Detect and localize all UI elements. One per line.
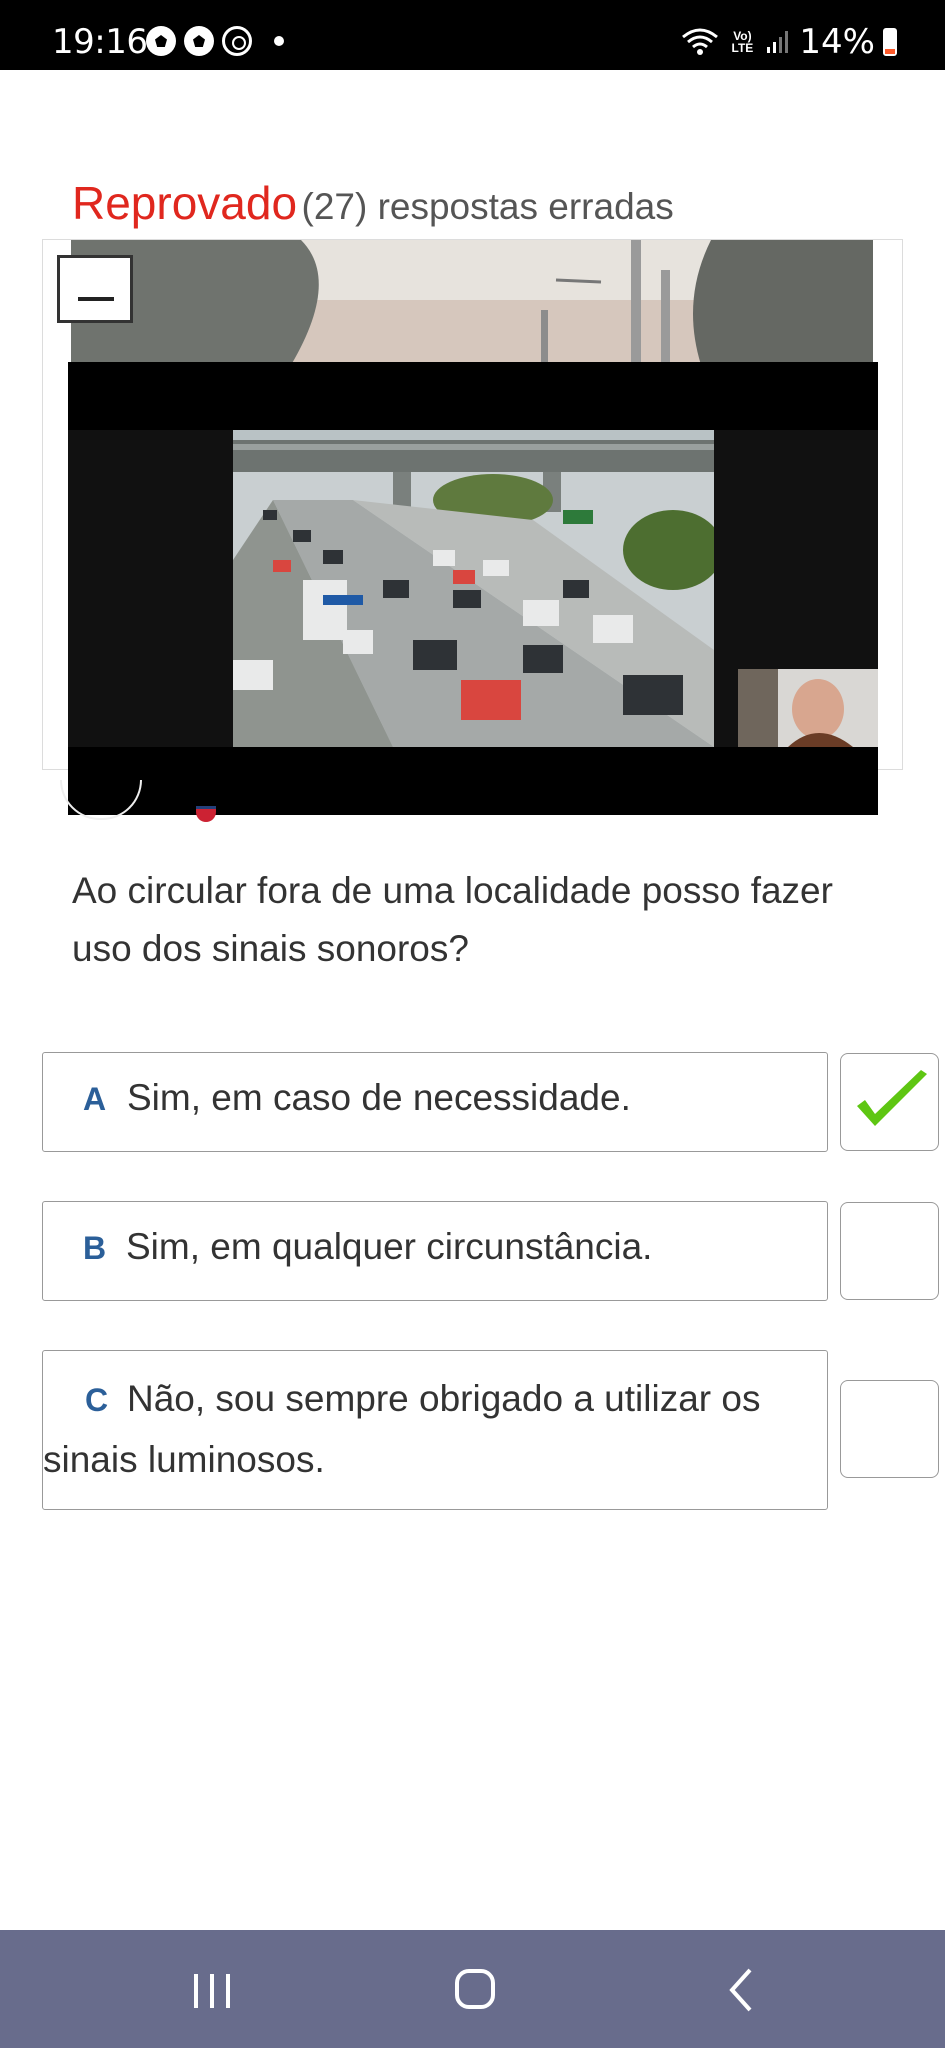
webcam-preview xyxy=(738,669,878,747)
checkmark-icon xyxy=(857,1070,927,1126)
answer-text: Não, sou sempre obrigado a utilizar os s… xyxy=(43,1378,761,1480)
answer-option-b[interactable]: B Sim, em qualquer circunstância. xyxy=(42,1201,828,1301)
wifi-icon xyxy=(682,28,719,55)
navigation-bar xyxy=(0,1930,945,2048)
flag-icon xyxy=(196,806,216,822)
traffic-video xyxy=(233,430,714,747)
soccer-ball-icon xyxy=(184,26,214,56)
answer-option-a[interactable]: A Sim, em caso de necessidade. xyxy=(42,1052,828,1152)
notification-dot-icon xyxy=(274,36,284,46)
whatsapp-icon xyxy=(222,26,252,56)
result-status: Reprovado xyxy=(72,177,298,229)
answer-letter: C xyxy=(85,1382,109,1418)
status-time: 19:16 xyxy=(52,22,148,62)
back-icon[interactable] xyxy=(712,1962,772,2018)
answer-option-c[interactable]: C Não, sou sempre obrigado a utilizar os … xyxy=(42,1350,828,1510)
question-photo xyxy=(71,240,873,365)
wrong-answers-count: (27) respostas erradas xyxy=(301,186,674,227)
question-text: Ao circular fora de uma localidade posso… xyxy=(72,870,833,969)
signal-icon xyxy=(767,31,789,53)
battery-percentage: 14% xyxy=(799,22,875,62)
battery-icon xyxy=(883,28,897,56)
result-summary: Reprovado (27) respostas erradas xyxy=(72,176,674,230)
status-bar: 19:16 Vo) LTE 14% xyxy=(0,0,945,70)
notification-icons xyxy=(146,26,284,56)
answer-a-checkbox[interactable] xyxy=(840,1053,939,1151)
minus-icon xyxy=(78,297,114,301)
video-call-overlay xyxy=(68,362,878,815)
answer-b-checkbox[interactable] xyxy=(840,1202,939,1300)
collapse-image-button[interactable] xyxy=(57,255,133,323)
answer-letter: A xyxy=(83,1081,107,1117)
soccer-ball-icon xyxy=(146,26,176,56)
volte-icon: Vo) LTE xyxy=(731,29,754,55)
answer-letter: B xyxy=(83,1230,107,1266)
system-icons: Vo) LTE 14% xyxy=(681,22,897,62)
recent-apps-icon[interactable] xyxy=(182,1962,242,2018)
answer-c-checkbox[interactable] xyxy=(840,1380,939,1478)
answer-text: Sim, em qualquer circunstância. xyxy=(126,1226,653,1267)
home-icon[interactable] xyxy=(445,1962,505,2018)
answer-text: Sim, em caso de necessidade. xyxy=(127,1077,631,1118)
